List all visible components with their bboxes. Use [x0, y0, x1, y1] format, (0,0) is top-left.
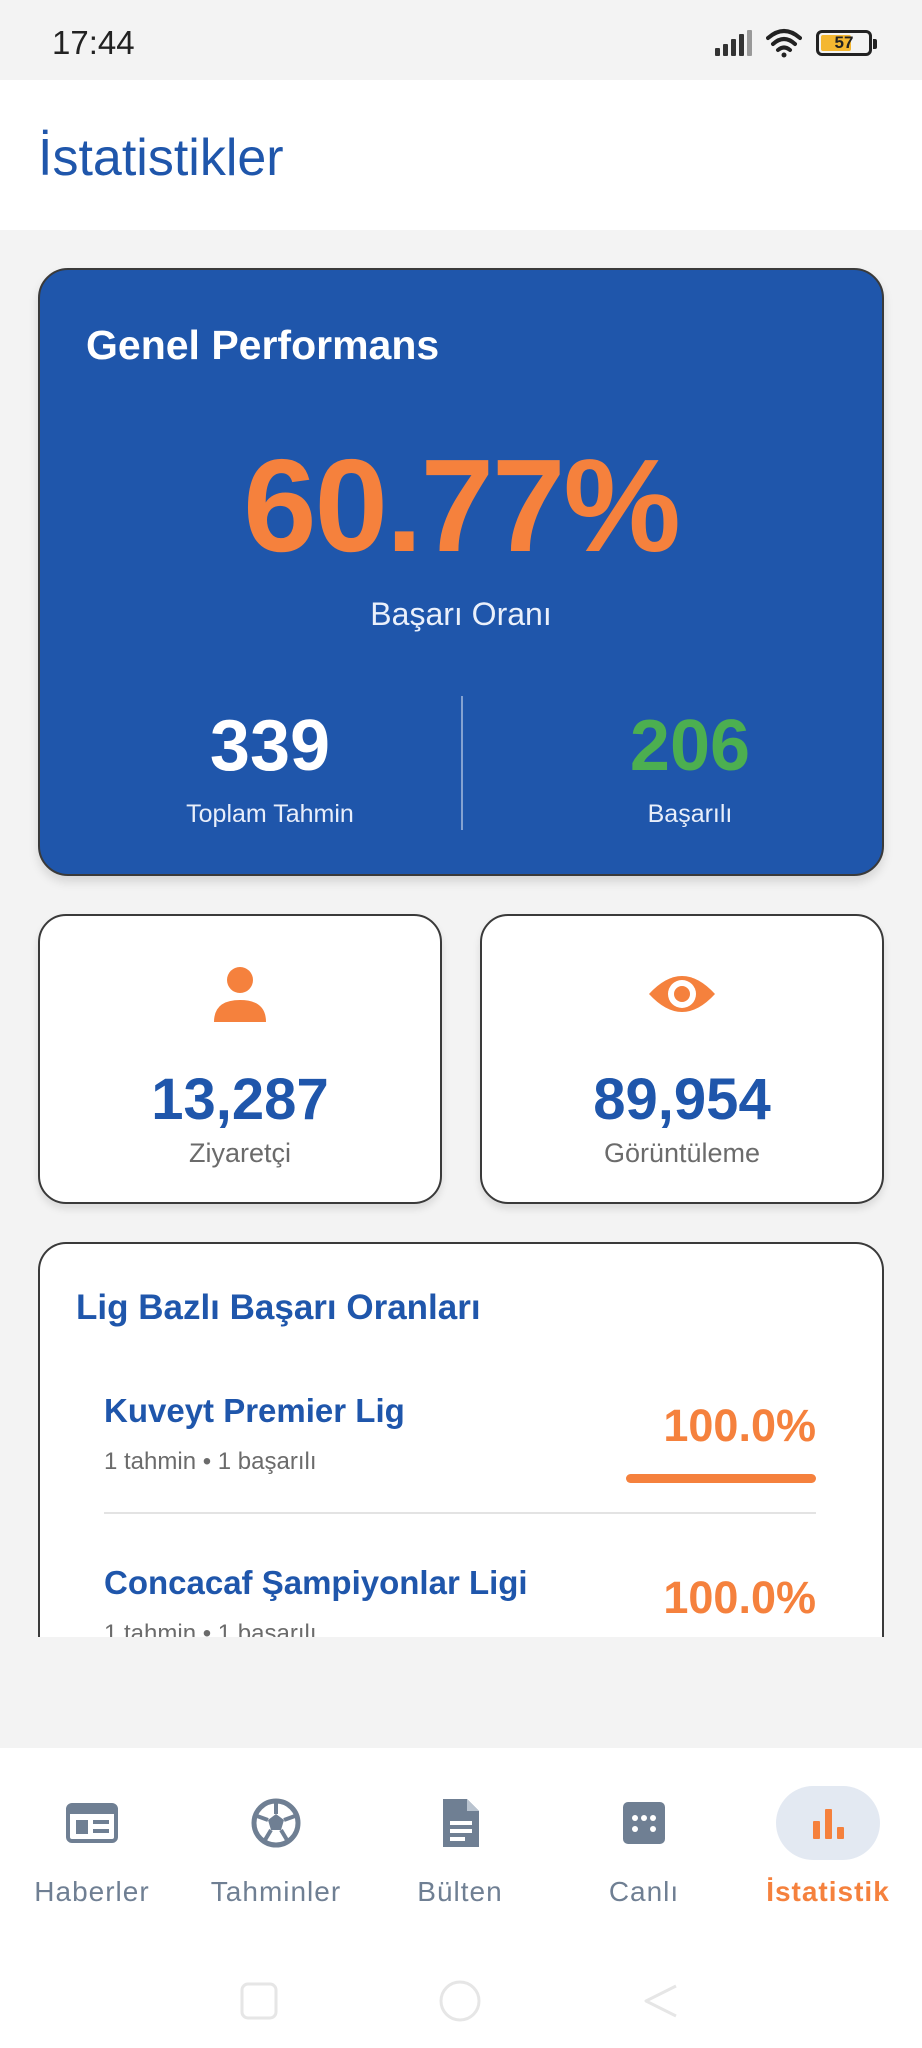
nav-label: Bülten: [417, 1876, 503, 1907]
nav-label: İstatistik: [766, 1876, 890, 1907]
successful-stat: 206 Başarılı: [500, 710, 880, 829]
performance-title: Genel Performans: [86, 322, 440, 368]
back-icon[interactable]: [638, 1978, 684, 2024]
wifi-icon: [766, 29, 802, 58]
views-value: 89,954: [593, 1067, 771, 1132]
stat-divider: [461, 696, 463, 830]
nav-label: Tahminler: [210, 1876, 342, 1907]
total-predictions-value: 339: [209, 706, 331, 786]
total-predictions-stat: 339 Toplam Tahmin: [80, 710, 460, 829]
nav-item-predictions[interactable]: Tahminler: [184, 1748, 368, 1958]
scoreboard-icon: [592, 1786, 696, 1860]
battery-level: 57: [834, 33, 854, 52]
row-divider: [104, 1512, 816, 1514]
league-rate: 100.0%: [663, 1572, 816, 1623]
app-bar: İstatistikler: [0, 80, 922, 230]
news-icon: [40, 1786, 144, 1860]
home-icon[interactable]: [437, 1978, 483, 2024]
successful-value: 206: [629, 706, 751, 786]
status-bar: 17:44 57: [0, 0, 922, 80]
league-meta: 1 tahmin • 1 başarılı: [104, 1620, 317, 1637]
league-rate: 100.0%: [663, 1400, 816, 1451]
visitors-card: 13,287 Ziyaretçi: [38, 914, 442, 1204]
nav-item-news[interactable]: Haberler: [0, 1748, 184, 1958]
league-success-card: Lig Bazlı Başarı Oranları Kuveyt Premier…: [38, 1242, 884, 1637]
performance-card: Genel Performans 60.77% Başarı Oranı 339…: [38, 268, 884, 876]
status-time: 17:44: [52, 24, 135, 61]
views-card: 89,954 Görüntüleme: [480, 914, 884, 1204]
league-meta: 1 tahmin • 1 başarılı: [104, 1448, 317, 1475]
successful-label: Başarılı: [647, 800, 733, 828]
league-progress-bar: [626, 1474, 816, 1483]
league-name: Kuveyt Premier Lig: [104, 1392, 405, 1429]
eye-icon: [649, 976, 715, 1012]
document-icon: [408, 1786, 512, 1860]
visitors-label: Ziyaretçi: [188, 1138, 291, 1168]
nav-item-statistics[interactable]: İstatistik: [736, 1748, 920, 1958]
bottom-nav: Haberler Tahminler Bülten Canlı İstatist…: [0, 1748, 922, 1958]
system-nav-bar: [0, 1958, 922, 2048]
nav-label: Haberler: [34, 1876, 150, 1907]
nav-item-live[interactable]: Canlı: [552, 1748, 736, 1958]
success-rate-value: 60.77%: [243, 432, 681, 579]
soccer-ball-icon: [224, 1786, 328, 1860]
success-rate-label: Başarı Oranı: [370, 596, 552, 632]
nav-label: Canlı: [608, 1876, 680, 1907]
league-row[interactable]: Kuveyt Premier Lig 1 tahmin • 1 başarılı…: [104, 1392, 816, 1542]
nav-item-bulletin[interactable]: Bülten: [368, 1748, 552, 1958]
league-row[interactable]: Concacaf Şampiyonlar Ligi 1 tahmin • 1 b…: [104, 1564, 816, 1637]
person-icon: [214, 967, 266, 1022]
bar-chart-icon: [776, 1786, 880, 1860]
total-predictions-label: Toplam Tahmin: [186, 800, 354, 828]
visitors-value: 13,287: [151, 1067, 329, 1132]
page-title: İstatistikler: [38, 129, 284, 187]
league-section-title: Lig Bazlı Başarı Oranları: [76, 1288, 481, 1327]
views-label: Görüntüleme: [603, 1138, 761, 1168]
recent-apps-icon[interactable]: [236, 1978, 282, 2024]
battery-icon: 57: [816, 30, 877, 56]
signal-icon: [715, 30, 752, 56]
league-name: Concacaf Şampiyonlar Ligi: [104, 1564, 528, 1601]
status-icons: 57: [715, 26, 877, 60]
